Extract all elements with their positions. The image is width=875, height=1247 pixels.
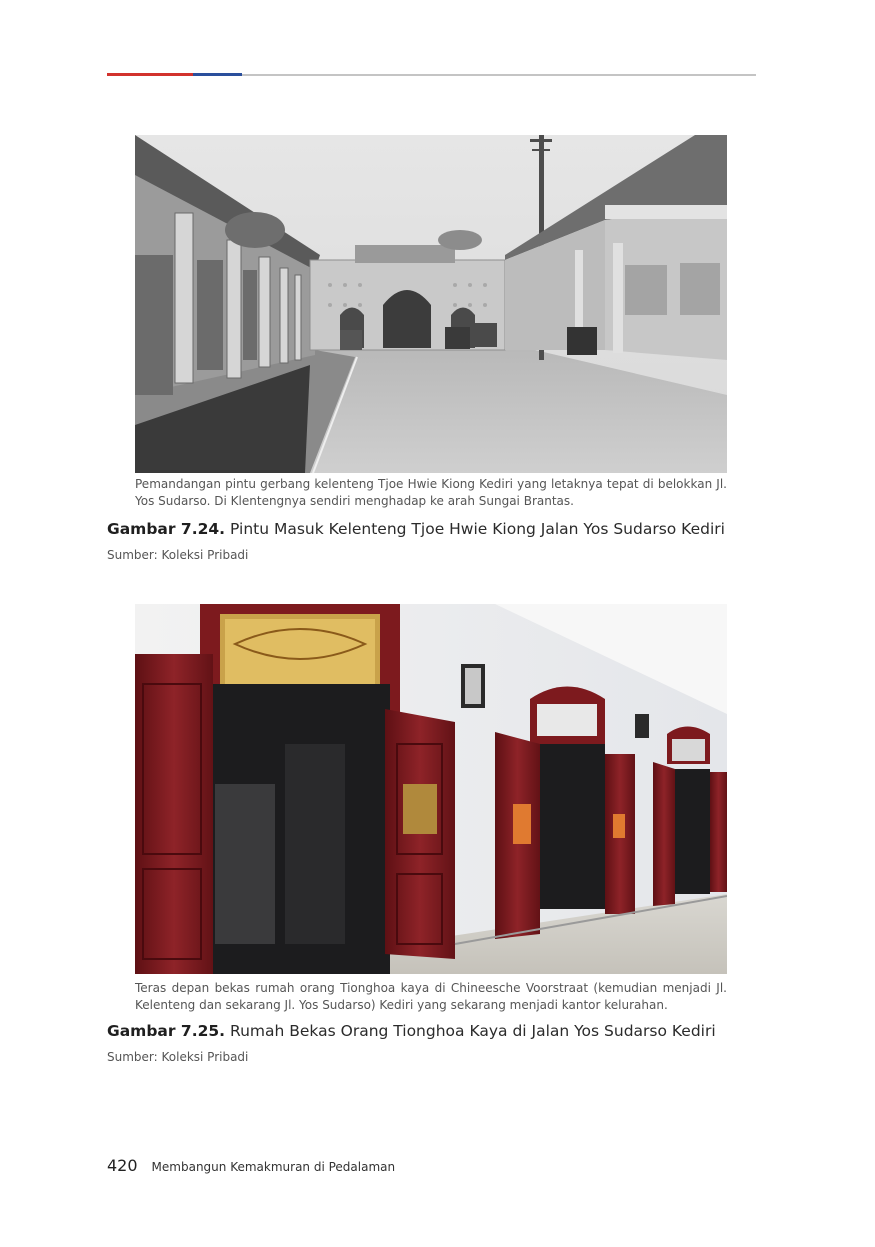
figure-7-24-photo [135,135,727,473]
page-number: 420 [107,1156,138,1175]
page-footer: 420 Membangun Kemakmuran di Pedalaman [107,1156,395,1175]
figure-7-25-caption: Teras depan bekas rumah orang Tionghoa k… [135,981,727,1012]
figure-7-25-title: Gambar 7.25. Rumah Bekas Orang Tionghoa … [107,1022,716,1040]
header-rule-red [107,73,193,76]
figure-7-25-source: Sumber: Koleksi Pribadi [107,1050,249,1064]
running-title: Membangun Kemakmuran di Pedalaman [151,1160,396,1174]
header-rule-blue [193,73,242,76]
header-rule-gray [242,74,756,76]
figure-7-24-source: Sumber: Koleksi Pribadi [107,548,249,562]
figure-7-25-photo [135,604,727,974]
figure-7-24-title: Gambar 7.24. Pintu Masuk Kelenteng Tjoe … [107,520,725,538]
figure-7-24-label: Gambar 7.24. [107,520,226,538]
header-rule [107,73,756,76]
figure-7-24-caption: Pemandangan pintu gerbang kelenteng Tjoe… [135,477,727,508]
figure-7-25-title-text: Rumah Bekas Orang Tionghoa Kaya di Jalan… [230,1022,716,1040]
figure-7-24-title-text: Pintu Masuk Kelenteng Tjoe Hwie Kiong Ja… [230,520,725,538]
figure-7-25-label: Gambar 7.25. [107,1022,226,1040]
